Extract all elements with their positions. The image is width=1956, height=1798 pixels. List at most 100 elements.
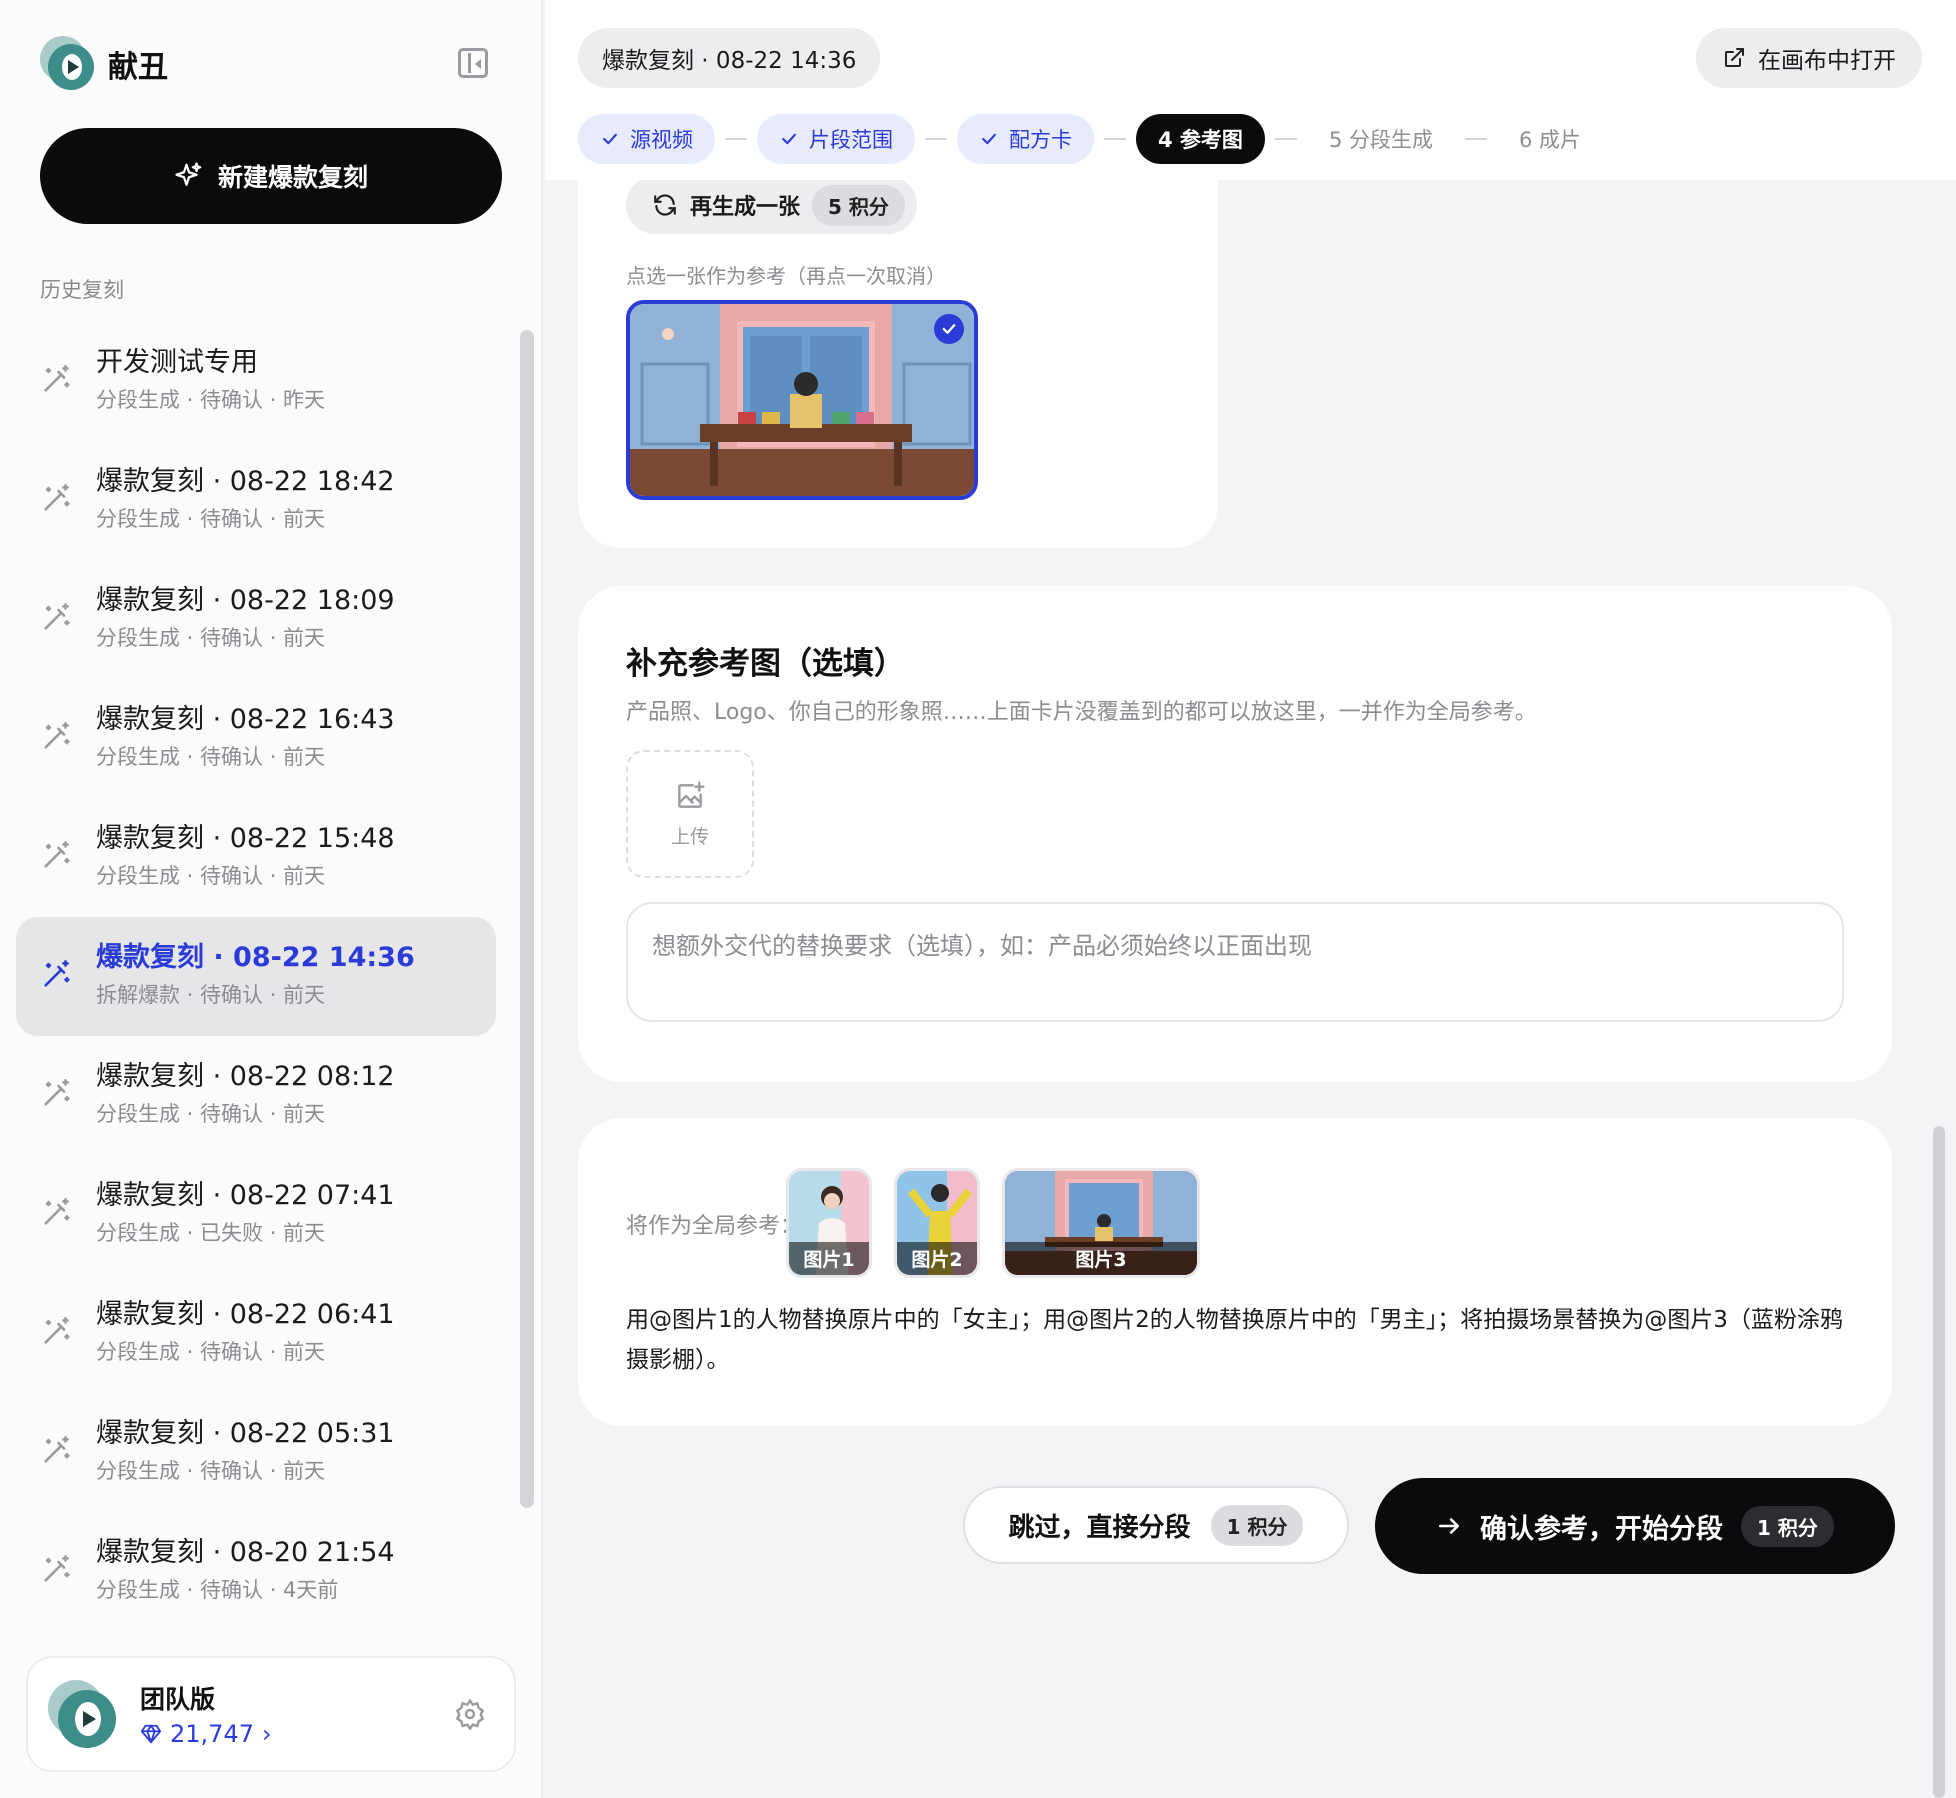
history-item-status: 分段生成 · 待确认 · 前天 — [96, 1340, 326, 1364]
history-item-title: 爆款复刻 · 08-22 18:09 — [96, 585, 395, 616]
upload-button[interactable]: 上传 — [626, 750, 754, 878]
magic-wand-icon — [44, 1316, 70, 1344]
sidebar: 献丑 新建爆款复刻 历史复刻 开发测试专用 分段生成 · 待确认 · 昨天 爆款… — [0, 0, 543, 1798]
magic-wand-icon — [44, 602, 70, 630]
avatar — [48, 1680, 118, 1750]
magic-wand-icon — [44, 959, 70, 987]
global-thumb-2[interactable]: 图片2 — [894, 1168, 980, 1278]
main-scrollbar[interactable] — [1933, 1126, 1945, 1798]
plan-name: 团队版 — [140, 1685, 216, 1714]
history-item[interactable]: 爆款复刻 · 08-20 21:54 分段生成 · 待确认 · 4天前 — [16, 1512, 496, 1631]
confirm-cost-badge: 1 积分 — [1741, 1505, 1834, 1547]
history-item-title: 爆款复刻 · 08-22 07:41 — [96, 1180, 395, 1211]
history-item-status: 分段生成 · 待确认 · 前天 — [96, 864, 326, 888]
new-replica-label: 新建爆款复刻 — [217, 163, 368, 192]
step-label: 配方卡 — [1009, 128, 1072, 152]
sidebar-scrollbar[interactable] — [520, 330, 534, 1508]
brand-logo — [40, 36, 96, 92]
history-item-title: 开发测试专用 — [96, 347, 258, 378]
history-item-status: 分段生成 · 待确认 · 4天前 — [96, 1578, 339, 1602]
global-reference-label: 将作为全局参考： — [626, 1214, 803, 1239]
magic-wand-icon — [44, 840, 70, 868]
magic-wand-icon — [44, 1078, 70, 1106]
magic-wand-icon — [44, 364, 70, 392]
global-reference-card: 将作为全局参考： 图片1 图片2 图片3 用@图片1的人物替换原片中的「女主」；… — [578, 1118, 1892, 1426]
history-item-status: 分段生成 · 待确认 · 前天 — [96, 626, 326, 650]
history-item[interactable]: 爆款复刻 · 08-22 07:41 分段生成 · 已失败 · 前天 — [16, 1155, 496, 1274]
magic-wand-icon — [44, 483, 70, 511]
replacement-instruction: 用@图片1的人物替换原片中的「女主」；用@图片2的人物替换原片中的「男主」；将拍… — [626, 1307, 1843, 1373]
confirm-reference-button[interactable]: 确认参考，开始分段 1 积分 — [1375, 1478, 1895, 1574]
global-thumb-3[interactable]: 图片3 — [1002, 1168, 1200, 1278]
history-item-active[interactable]: 爆款复刻 · 08-22 14:36 拆解爆款 · 待确认 · 前天 — [16, 917, 496, 1036]
history-list: 开发测试专用 分段生成 · 待确认 · 昨天 爆款复刻 · 08-22 18:4… — [16, 322, 496, 1631]
step-reference-image[interactable]: 4 参考图 — [1136, 114, 1265, 164]
upload-label: 上传 — [670, 825, 709, 848]
history-item-title: 爆款复刻 · 08-22 06:41 — [96, 1299, 395, 1330]
history-item[interactable]: 爆款复刻 · 08-22 18:09 分段生成 · 待确认 · 前天 — [16, 560, 496, 679]
history-item-status: 分段生成 · 已失败 · 前天 — [96, 1221, 326, 1245]
check-icon — [982, 133, 996, 145]
image-plus-icon — [678, 780, 705, 808]
pick-hint: 点选一张作为参考（再点一次取消） — [626, 264, 946, 288]
step-label: 5 分段生成 — [1328, 128, 1433, 152]
skip-segment-button[interactable]: 跳过，直接分段 1 积分 — [963, 1486, 1349, 1564]
top-header: 爆款复刻 · 08-22 14:36 在画布中打开 源视频 片段范围 配方卡 4… — [545, 0, 1956, 180]
history-item[interactable]: 爆款复刻 · 08-22 05:31 分段生成 · 待确认 · 前天 — [16, 1393, 496, 1512]
external-link-icon — [1725, 48, 1744, 67]
account-card[interactable]: 团队版 21,747 › — [26, 1656, 516, 1772]
step-divider — [1274, 138, 1297, 140]
history-item[interactable]: 爆款复刻 · 08-22 08:12 分段生成 · 待确认 · 前天 — [16, 1036, 496, 1155]
history-item[interactable]: 爆款复刻 · 08-22 18:42 分段生成 · 待确认 · 前天 — [16, 441, 496, 560]
sparkle-icon — [175, 162, 202, 186]
history-item-status: 分段生成 · 待确认 · 昨天 — [96, 388, 326, 412]
check-icon — [603, 133, 617, 145]
step-divider — [1104, 138, 1126, 140]
refresh-icon — [654, 194, 676, 216]
regenerate-cost-badge: 5 积分 — [812, 184, 905, 226]
step-source-video[interactable]: 源视频 — [578, 114, 715, 164]
step-divider — [725, 138, 747, 140]
new-replica-button[interactable]: 新建爆款复刻 — [40, 128, 502, 224]
history-item[interactable]: 爆款复刻 · 08-22 16:43 分段生成 · 待确认 · 前天 — [16, 679, 496, 798]
history-item-title: 爆款复刻 · 08-20 21:54 — [96, 1537, 395, 1568]
step-final-video: 6 成片 — [1497, 114, 1603, 164]
history-section-label: 历史复刻 — [40, 278, 124, 302]
supplement-reference-card: 补充参考图（选填） 产品照、Logo、你自己的形象照……上面卡片没覆盖到的都可以… — [578, 586, 1892, 1082]
regenerate-label: 再生成一张 — [690, 195, 801, 220]
supplement-title: 补充参考图（选填） — [626, 646, 905, 682]
history-item-title: 爆款复刻 · 08-22 14:36 — [96, 942, 415, 973]
check-icon — [782, 133, 796, 145]
regenerate-button[interactable]: 再生成一张 5 积分 — [626, 176, 917, 234]
thumb-label: 图片3 — [1005, 1242, 1197, 1275]
step-segment-range[interactable]: 片段范围 — [757, 114, 915, 164]
replacement-requirement-input[interactable] — [626, 902, 1844, 1022]
history-item[interactable]: 开发测试专用 分段生成 · 待确认 · 昨天 — [16, 322, 496, 441]
step-divider — [925, 138, 947, 140]
history-item[interactable]: 爆款复刻 · 08-22 06:41 分段生成 · 待确认 · 前天 — [16, 1274, 496, 1393]
magic-wand-icon — [44, 1554, 70, 1582]
step-label: 片段范围 — [809, 128, 893, 152]
gear-icon[interactable] — [454, 1698, 486, 1730]
history-item-status: 分段生成 · 待确认 · 前天 — [96, 1102, 326, 1126]
diamond-icon — [140, 1724, 162, 1744]
step-segment-generate: 5 分段生成 — [1307, 114, 1455, 164]
step-label: 6 成片 — [1518, 128, 1582, 152]
step-divider — [1464, 138, 1487, 140]
step-progress: 源视频 片段范围 配方卡 4 参考图 5 分段生成 6 成片 — [578, 113, 1603, 165]
history-item[interactable]: 爆款复刻 · 08-22 15:48 分段生成 · 待确认 · 前天 — [16, 798, 496, 917]
magic-wand-icon — [44, 721, 70, 749]
brand-name: 献丑 — [108, 50, 168, 85]
credits-link[interactable]: 21,747 › — [140, 1720, 272, 1748]
collapse-sidebar-icon[interactable] — [458, 48, 488, 78]
history-item-title: 爆款复刻 · 08-22 18:42 — [96, 466, 395, 497]
step-recipe-card[interactable]: 配方卡 — [957, 114, 1094, 164]
reference-thumbnail-selected[interactable] — [626, 300, 978, 500]
open-in-canvas-button[interactable]: 在画布中打开 — [1696, 28, 1922, 88]
history-item-status: 分段生成 · 待确认 · 前天 — [96, 745, 326, 769]
project-title[interactable]: 爆款复刻 · 08-22 14:36 — [578, 28, 881, 88]
global-thumb-1[interactable]: 图片1 — [786, 1168, 872, 1278]
supplement-description: 产品照、Logo、你自己的形象照……上面卡片没覆盖到的都可以放这里，一并作为全局… — [626, 700, 1537, 725]
skip-cost-badge: 1 积分 — [1210, 1504, 1304, 1546]
scene-image — [630, 304, 974, 496]
